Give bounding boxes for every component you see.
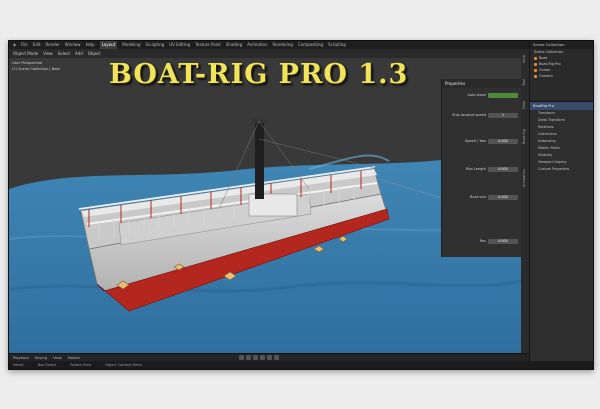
view-menu[interactable]: View xyxy=(43,51,53,56)
properties-editor: BoatRig Pro Transform Delta Transform Re… xyxy=(530,101,593,369)
tab-texture-paint[interactable]: Texture Paint xyxy=(195,41,221,49)
outliner: Scene Collection Scene Collection Boat B… xyxy=(529,41,593,369)
section-delta-transform[interactable]: Delta Transform xyxy=(530,117,593,124)
select-menu[interactable]: Select xyxy=(58,51,70,56)
row-label: Res xyxy=(479,239,486,243)
active-object-label: (1) Scene Collection | Boat xyxy=(12,67,60,71)
tab-layout[interactable]: Layout xyxy=(99,41,118,49)
object-icon xyxy=(534,56,537,60)
sidebar-properties-panel: Properties Auto wave Ship forward speed … xyxy=(441,79,522,257)
tab-view[interactable]: View xyxy=(522,101,526,109)
row-boat-size: Boat size 0.000 xyxy=(442,195,522,207)
top-menu-bar: ◈ File Edit Render Window Help Layout Mo… xyxy=(9,41,593,49)
row-auto-wave: Auto wave xyxy=(442,93,522,105)
row-label: Boat size xyxy=(470,195,486,199)
timeline-bar: Playback Keying View Marker xyxy=(9,353,529,361)
play-icon[interactable] xyxy=(260,355,265,360)
row-max-length: Max Length 0.000 xyxy=(442,167,522,179)
jump-end-icon[interactable] xyxy=(274,355,279,360)
object-mode-dropdown[interactable]: Object Mode xyxy=(13,51,38,56)
section-motion-paths[interactable]: Motion Paths xyxy=(530,145,593,152)
object-menu[interactable]: Object xyxy=(88,51,101,56)
row-label: Ship forward speed xyxy=(452,113,486,117)
tab-tool[interactable]: Tool xyxy=(522,79,526,86)
auto-wave-toggle[interactable] xyxy=(488,93,518,98)
outliner-title: Scene Collection xyxy=(530,41,593,49)
tab-sculpting[interactable]: Sculpting xyxy=(146,41,165,49)
section-collections[interactable]: Collections xyxy=(530,131,593,138)
status-select: Select xyxy=(13,363,24,367)
keying-menu[interactable]: Keying xyxy=(35,356,47,360)
properties-header[interactable]: BoatRig Pro xyxy=(530,102,593,110)
tab-shading[interactable]: Shading xyxy=(226,41,242,49)
status-bar: Select Box Select Rotate View Object Con… xyxy=(9,361,593,369)
camera-icon xyxy=(534,74,537,78)
row-forward-speed: Ship forward speed 1 xyxy=(442,113,522,125)
panel-header[interactable]: Properties xyxy=(442,79,522,88)
section-transform[interactable]: Transform xyxy=(530,110,593,117)
product-title: BOAT-RIG PRO 1.3 xyxy=(109,59,409,90)
object-icon xyxy=(534,68,537,72)
row-speed-yaw: Speed / Yaw 0.000 xyxy=(442,139,522,151)
max-length-field[interactable]: 0.000 xyxy=(488,167,518,172)
tab-item[interactable]: Item xyxy=(522,55,526,63)
row-label: Max Length xyxy=(465,167,486,171)
menu-file[interactable]: File xyxy=(21,41,28,49)
play-reverse-icon[interactable] xyxy=(253,355,258,360)
item-label: Boat-Rig Pro xyxy=(539,62,561,66)
prev-key-icon[interactable] xyxy=(246,355,251,360)
viewport-header: Object Mode View Select Add Object xyxy=(9,49,521,58)
tab-scripting[interactable]: Scripting xyxy=(328,41,346,49)
item-label: Ocean xyxy=(539,68,551,72)
row-label: Speed / Yaw xyxy=(464,139,486,143)
playback-controls xyxy=(239,355,279,360)
tab-animation[interactable]: Animation xyxy=(247,41,267,49)
sidebar-tabs: Item Tool View Boat-Rig Animation xyxy=(521,49,529,353)
status-rotate-view: Rotate View xyxy=(70,363,92,367)
item-label: Camera xyxy=(539,74,553,78)
section-custom-properties[interactable]: Custom Properties xyxy=(530,166,593,173)
marker-menu[interactable]: Marker xyxy=(68,356,80,360)
tab-compositing[interactable]: Compositing xyxy=(298,41,323,49)
status-context-menu: Object Context Menu xyxy=(105,363,143,367)
object-icon xyxy=(534,62,537,66)
speed-yaw-field[interactable]: 0.000 xyxy=(488,139,518,144)
blender-window: ◈ File Edit Render Window Help Layout Mo… xyxy=(8,40,594,370)
tab-uv-editing[interactable]: UV Editing xyxy=(169,41,190,49)
section-instancing[interactable]: Instancing xyxy=(530,138,593,145)
tab-rendering[interactable]: Rendering xyxy=(273,41,293,49)
menu-edit[interactable]: Edit xyxy=(33,41,41,49)
list-item[interactable]: Camera xyxy=(530,73,593,79)
tab-boat-rig[interactable]: Boat-Rig xyxy=(522,129,526,144)
res-field[interactable]: 0.000 xyxy=(488,239,518,244)
tab-modeling[interactable]: Modeling xyxy=(122,41,140,49)
add-menu[interactable]: Add xyxy=(75,51,83,56)
jump-start-icon[interactable] xyxy=(239,355,244,360)
row-label: Auto wave xyxy=(467,93,486,97)
next-key-icon[interactable] xyxy=(267,355,272,360)
blender-logo-icon[interactable]: ◈ xyxy=(13,41,16,49)
playback-menu[interactable]: Playback xyxy=(13,356,29,360)
item-label: Boat xyxy=(539,56,548,60)
menu-window[interactable]: Window xyxy=(65,41,81,49)
section-visibility[interactable]: Visibility xyxy=(530,152,593,159)
row-res: Res 0.000 xyxy=(442,239,522,251)
menu-render[interactable]: Render xyxy=(46,41,60,49)
status-box-select: Box Select xyxy=(37,363,57,367)
viewport-info: User Perspective (1) Scene Collection | … xyxy=(12,60,60,72)
view-menu-timeline[interactable]: View xyxy=(53,356,62,360)
tab-animation-side[interactable]: Animation xyxy=(522,169,526,187)
boat-size-field[interactable]: 0.000 xyxy=(488,195,518,200)
section-relations[interactable]: Relations xyxy=(530,124,593,131)
forward-speed-field[interactable]: 1 xyxy=(488,113,518,118)
section-viewport-display[interactable]: Viewport Display xyxy=(530,159,593,166)
item-label: Scene Collection xyxy=(534,50,564,54)
menu-help[interactable]: Help xyxy=(86,41,95,49)
